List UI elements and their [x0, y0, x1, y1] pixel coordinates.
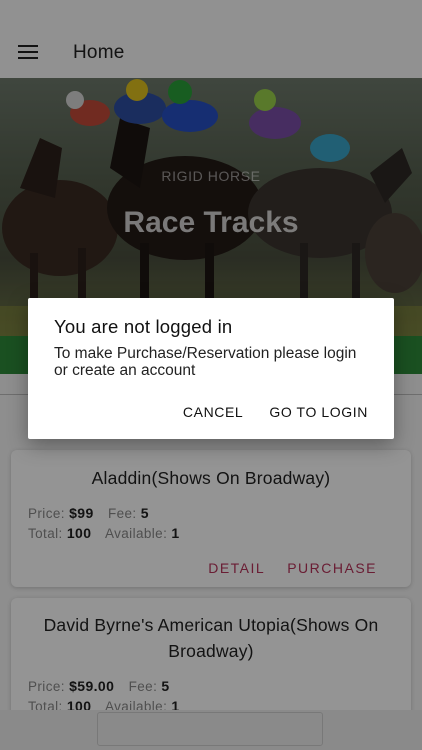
go-to-login-button[interactable]: GO TO LOGIN: [269, 404, 368, 420]
cancel-button[interactable]: CANCEL: [183, 404, 243, 420]
dialog-actions: CANCEL GO TO LOGIN: [183, 404, 368, 420]
dialog-message: To make Purchase/Reservation please logi…: [54, 345, 357, 379]
login-required-dialog: You are not logged in To make Purchase/R…: [28, 298, 394, 439]
dialog-title: You are not logged in: [54, 316, 233, 337]
